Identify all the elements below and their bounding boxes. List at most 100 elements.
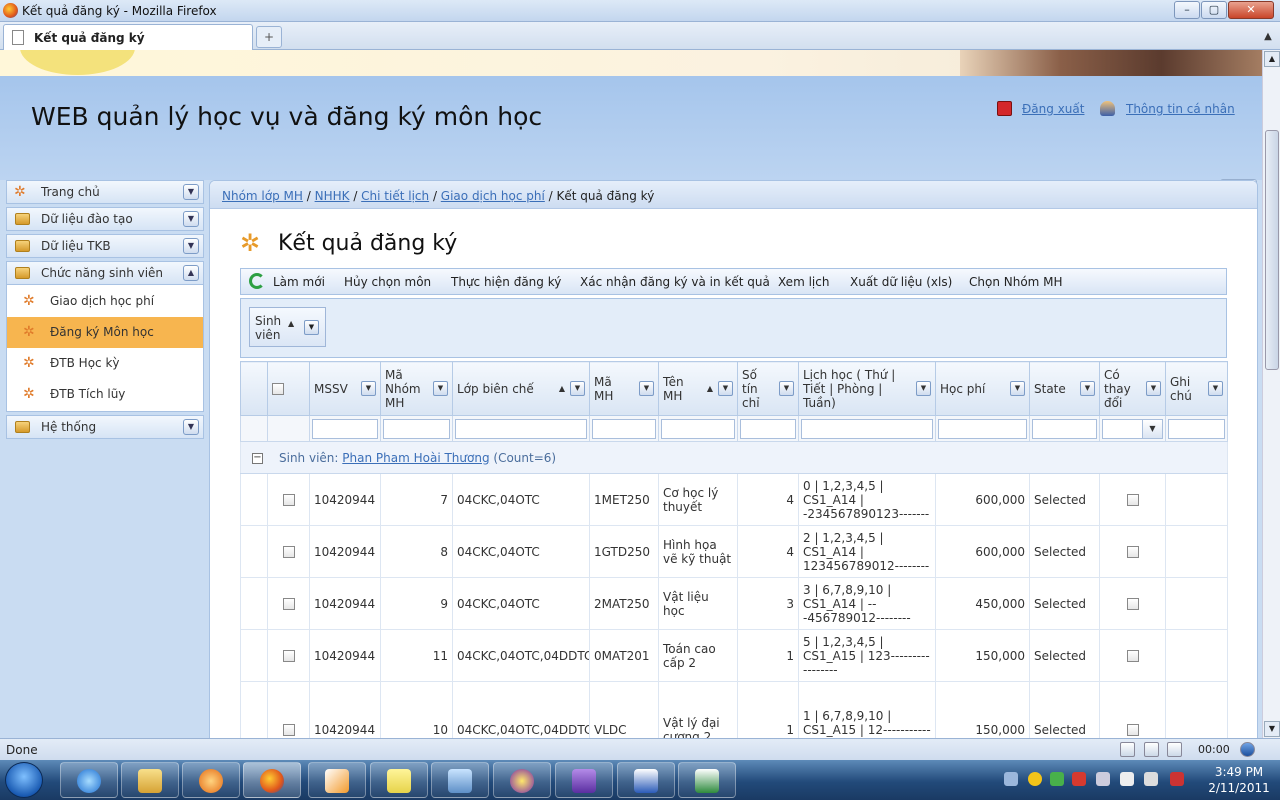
- row-checkbox[interactable]: [282, 494, 295, 506]
- breadcrumb-link[interactable]: Chi tiết lịch: [361, 189, 429, 203]
- taskbar-word[interactable]: [617, 762, 675, 798]
- filter-dropdown-icon[interactable]: ▼: [1208, 381, 1223, 396]
- minimize-button[interactable]: –: [1174, 1, 1200, 19]
- refresh-icon[interactable]: [249, 273, 265, 289]
- tray-volume-icon[interactable]: [1170, 772, 1184, 786]
- filter-input-class[interactable]: [455, 418, 587, 439]
- tray-arrow-icon[interactable]: [1004, 772, 1018, 786]
- taskbar-control-panel[interactable]: [431, 762, 489, 798]
- tab-scroll-arrow-icon[interactable]: ▲: [1258, 26, 1278, 48]
- clock-time[interactable]: 3:49 PM: [1206, 765, 1272, 779]
- filter-input-credits[interactable]: [740, 418, 796, 439]
- sidebar-item-student-functions[interactable]: Chức năng sinh viên ▲: [6, 261, 204, 285]
- user-icon[interactable]: [1100, 101, 1115, 116]
- table-row[interactable]: 10420944 10 04CKC,04OTC,04DDTC VLDC Vật …: [240, 681, 1228, 738]
- taskbar-media[interactable]: [182, 762, 240, 798]
- col-header-note[interactable]: Ghi chú ▼: [1165, 361, 1228, 416]
- table-row[interactable]: 10420944 9 04CKC,04OTC 2MAT250 Vật liệu …: [240, 577, 1228, 630]
- col-header-state[interactable]: State ▼: [1029, 361, 1100, 416]
- sidebar-item-timetable-data[interactable]: Dữ liệu TKB ▼: [6, 234, 204, 258]
- col-header-mssv[interactable]: MSSV ▼: [309, 361, 381, 416]
- new-tab-button[interactable]: +: [256, 26, 282, 48]
- close-window-button[interactable]: ✕: [1228, 1, 1274, 19]
- addon-icon[interactable]: [1120, 742, 1135, 757]
- sort-asc-icon[interactable]: ▲: [288, 319, 294, 328]
- profile-link[interactable]: Thông tin cá nhân: [1126, 102, 1235, 116]
- sidebar-subitem-semester-gpa[interactable]: ✲ ĐTB Học kỳ: [7, 348, 203, 379]
- tray-network-icon[interactable]: [1144, 772, 1158, 786]
- filter-dropdown-icon[interactable]: ▼: [1080, 381, 1095, 396]
- register-button[interactable]: Thực hiện đăng ký: [451, 275, 561, 289]
- table-row[interactable]: 10420944 11 04CKC,04OTC,04DDTC 0MAT201 T…: [240, 629, 1228, 682]
- monitor-icon[interactable]: [1167, 742, 1182, 757]
- logout-icon[interactable]: [997, 101, 1012, 116]
- col-header-changed[interactable]: Có thay đổi ▼: [1099, 361, 1166, 416]
- filter-dropdown-icon[interactable]: ▼: [1010, 381, 1025, 396]
- logout-link[interactable]: Đăng xuất: [1022, 102, 1084, 116]
- export-xls-button[interactable]: Xuất dữ liệu (xls): [850, 275, 952, 289]
- col-header-course-name[interactable]: Tên MH ▲ ▼: [658, 361, 738, 416]
- breadcrumb-link[interactable]: Nhóm lớp MH: [222, 189, 303, 203]
- taskbar-vs[interactable]: [555, 762, 613, 798]
- taskbar-notes[interactable]: [370, 762, 428, 798]
- chevron-down-icon[interactable]: ▼: [183, 184, 199, 200]
- tray-messenger-icon[interactable]: [1028, 772, 1042, 786]
- sidebar-item-system[interactable]: Hệ thống ▼: [6, 415, 204, 439]
- sidebar-subitem-cumulative-gpa[interactable]: ✲ ĐTB Tích lũy: [7, 379, 203, 410]
- scroll-down-icon[interactable]: ▼: [1264, 721, 1280, 737]
- start-button[interactable]: [5, 762, 43, 798]
- filter-dropdown-icon[interactable]: ▼: [433, 381, 448, 396]
- tray-sync-icon[interactable]: [1050, 772, 1064, 786]
- sidebar-subitem-course-registration[interactable]: ✲ Đăng ký Môn học: [7, 317, 203, 348]
- filter-input-state[interactable]: [1032, 418, 1097, 439]
- taskbar-editor[interactable]: [308, 762, 366, 798]
- sidebar-item-training-data[interactable]: Dữ liệu đào tạo ▼: [6, 207, 204, 231]
- network-icon[interactable]: [1240, 742, 1255, 757]
- scroll-thumb[interactable]: [1265, 130, 1279, 370]
- row-checkbox[interactable]: [282, 598, 295, 610]
- taskbar-explorer[interactable]: [121, 762, 179, 798]
- filter-input-mssv[interactable]: [312, 418, 378, 439]
- chevron-down-icon[interactable]: ▼: [183, 211, 199, 227]
- refresh-button[interactable]: Làm mới: [273, 275, 325, 289]
- col-header-course-code[interactable]: Mã MH ▼: [589, 361, 659, 416]
- chevron-up-icon[interactable]: ▲: [183, 265, 199, 281]
- view-schedule-button[interactable]: Xem lịch: [778, 275, 829, 289]
- filter-select-changed[interactable]: ▼: [1102, 418, 1163, 439]
- browser-tab[interactable]: Kết quả đăng ký: [3, 24, 253, 50]
- info-icon[interactable]: [1144, 742, 1159, 757]
- col-header-group-code[interactable]: Mã Nhóm MH ▼: [380, 361, 453, 416]
- taskbar-messenger[interactable]: [493, 762, 551, 798]
- sidebar-item-home[interactable]: ✲ Trang chủ ▼: [6, 180, 204, 204]
- group-chip-student[interactable]: Sinh viên ▲ ▼: [249, 307, 326, 347]
- sidebar-subitem-fee-transactions[interactable]: ✲ Giao dịch học phí: [7, 286, 203, 317]
- filter-dropdown-icon[interactable]: ▼: [361, 381, 376, 396]
- chevron-down-icon[interactable]: ▼: [1142, 419, 1162, 438]
- chevron-down-icon[interactable]: ▼: [183, 238, 199, 254]
- scroll-up-icon[interactable]: ▲: [1264, 51, 1280, 67]
- clock-date[interactable]: 2/11/2011: [1206, 781, 1272, 795]
- select-all-checkbox[interactable]: [272, 383, 284, 395]
- col-header-class[interactable]: Lớp biên chế ▲ ▼: [452, 361, 590, 416]
- chevron-down-icon[interactable]: ▼: [304, 320, 319, 335]
- chevron-down-icon[interactable]: ▼: [183, 419, 199, 435]
- filter-input-schedule[interactable]: [801, 418, 933, 439]
- filter-dropdown-icon[interactable]: ▼: [916, 381, 931, 396]
- confirm-print-button[interactable]: Xác nhận đăng ký và in kết quả: [580, 275, 770, 289]
- filter-input-fee[interactable]: [938, 418, 1027, 439]
- collapse-group-icon[interactable]: −: [252, 452, 263, 464]
- filter-input-course-code[interactable]: [592, 418, 656, 439]
- taskbar-firefox[interactable]: [243, 762, 301, 798]
- filter-dropdown-icon[interactable]: ▼: [639, 381, 654, 396]
- filter-input-course-name[interactable]: [661, 418, 735, 439]
- group-student-link[interactable]: Phan Pham Hoài Thương: [342, 451, 489, 465]
- col-header-schedule[interactable]: Lịch học ( Thứ | Tiết | Phòng | Tuần) ▼: [798, 361, 936, 416]
- maximize-button[interactable]: ▢: [1201, 1, 1227, 19]
- changed-checkbox[interactable]: [1126, 598, 1139, 610]
- tray-flag-icon[interactable]: [1096, 772, 1110, 786]
- table-row[interactable]: 10420944 8 04CKC,04OTC 1GTD250 Hình họa …: [240, 525, 1228, 578]
- filter-input-note[interactable]: [1168, 418, 1225, 439]
- changed-checkbox[interactable]: [1126, 546, 1139, 558]
- taskbar-excel[interactable]: [678, 762, 736, 798]
- changed-checkbox[interactable]: [1126, 724, 1139, 736]
